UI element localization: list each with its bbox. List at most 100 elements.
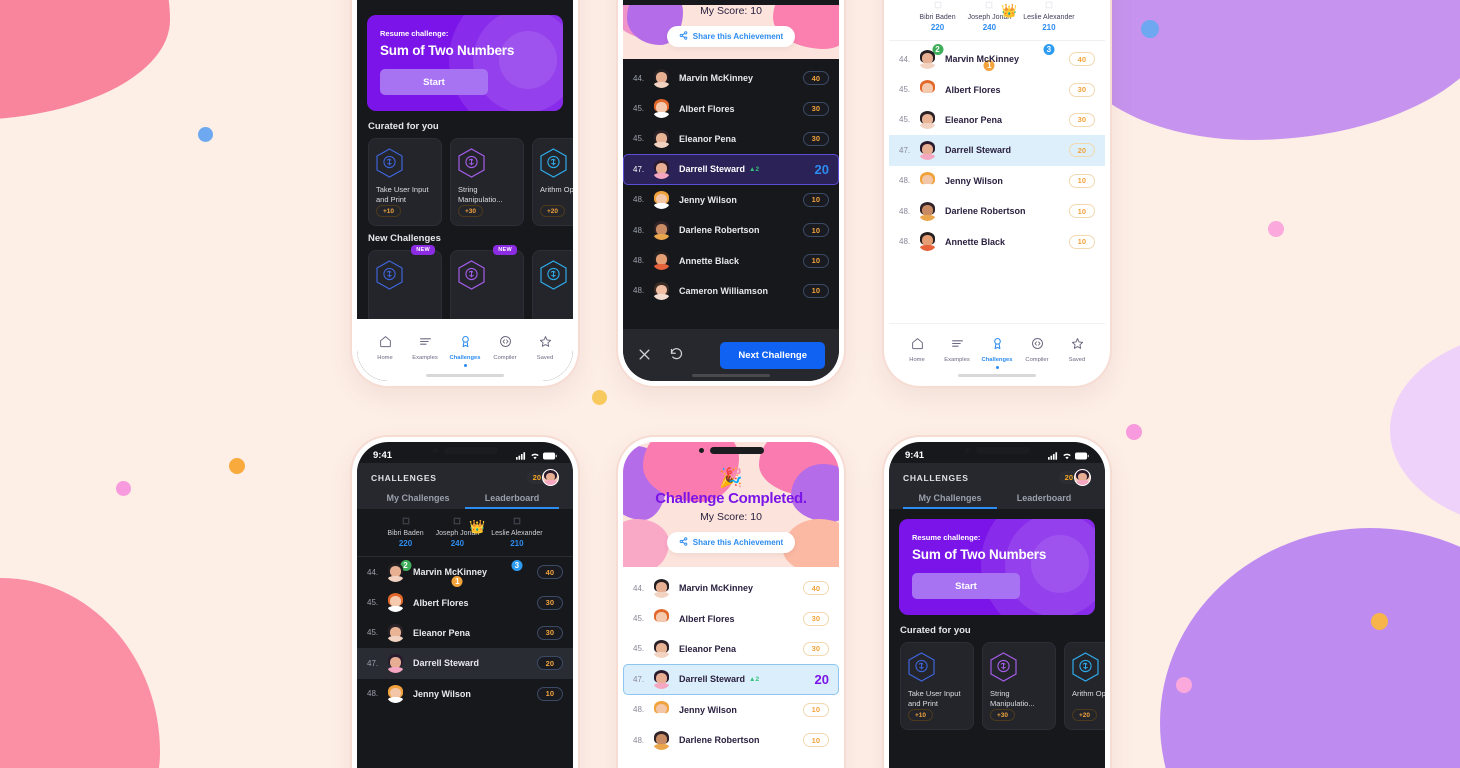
row-score: 10: [802, 223, 829, 238]
table-row[interactable]: 48. Annette Black 10: [623, 245, 839, 275]
leaderboard-list-dark[interactable]: 44. Marvin McKinney 40 45. Albert Flores…: [357, 556, 573, 713]
table-row[interactable]: 45. Albert Flores 30: [623, 93, 839, 123]
curated-card-row[interactable]: Take User Input and Print +10 String Man…: [889, 642, 1105, 730]
close-icon[interactable]: [637, 347, 653, 363]
row-rank: 45.: [367, 598, 379, 608]
table-row[interactable]: 44. Marvin McKinney 40: [623, 573, 839, 603]
podium-place-2[interactable]: 2 Bibri Baden 220: [919, 5, 956, 57]
table-row[interactable]: 47. Darrell Steward ▲2 20: [623, 154, 839, 185]
table-row[interactable]: 48. Darlene Robertson 10: [623, 215, 839, 245]
tab-bar[interactable]: My Challenges Leaderboard: [903, 493, 1091, 509]
table-row[interactable]: 47. Darrell Steward 20: [889, 135, 1105, 166]
avatar[interactable]: [1074, 469, 1091, 486]
challenge-card[interactable]: Take User Input and Print +10: [900, 642, 974, 730]
leaderboard-list-light[interactable]: 44. Marvin McKinney 40 45. Albert Flores…: [623, 567, 839, 759]
podium-place-1[interactable]: 👑 1 Joseph Jonah 240: [436, 519, 485, 589]
table-row[interactable]: 45. Albert Flores 30: [889, 74, 1105, 104]
leaderboard-list-dark[interactable]: 44. Marvin McKinney 40 45. Albert Flores…: [623, 59, 839, 310]
table-row[interactable]: 45. Eleanor Pena 30: [357, 618, 573, 648]
challenge-card[interactable]: NEW Arithm Opera +20: [532, 138, 573, 226]
start-button[interactable]: Start: [380, 69, 488, 95]
table-row[interactable]: 45. Albert Flores 30: [357, 587, 573, 617]
table-row[interactable]: 47. Darrell Steward ▲2 20: [623, 664, 839, 695]
resume-challenge-card[interactable]: Resume challenge: Sum of Two Numbers Sta…: [899, 519, 1095, 615]
row-avatar: [918, 232, 937, 252]
row-avatar: [386, 684, 405, 704]
table-row[interactable]: 44. Marvin McKinney 40: [889, 44, 1105, 74]
nav-label: Home: [909, 357, 925, 363]
nav-item-home[interactable]: Home: [897, 337, 937, 369]
row-name: Annette Black: [679, 255, 740, 266]
table-row[interactable]: 44. Marvin McKinney 40: [357, 557, 573, 587]
nav-item-challenges[interactable]: Challenges: [977, 337, 1017, 369]
next-challenge-button[interactable]: Next Challenge: [720, 341, 825, 369]
table-row[interactable]: 47. Darrell Steward 20: [357, 648, 573, 679]
table-row[interactable]: 45. Eleanor Pena 30: [889, 105, 1105, 135]
points-badge: +20: [1072, 709, 1098, 721]
nav-item-examples[interactable]: Examples: [405, 335, 445, 367]
row-score: 20: [536, 656, 563, 671]
nav-item-compiler[interactable]: Compiler: [485, 335, 525, 367]
row-name: Darrell Steward ▲2: [679, 674, 760, 685]
table-row[interactable]: 48. Jenny Wilson 10: [623, 185, 839, 215]
table-row[interactable]: 45. Albert Flores 30: [623, 603, 839, 633]
table-row[interactable]: 44. Marvin McKinney 40: [623, 63, 839, 93]
tab-leaderboard[interactable]: Leaderboard: [465, 493, 559, 509]
leaderboard-list-light[interactable]: 44. Marvin McKinney 40 45. Albert Flores…: [889, 40, 1105, 261]
nav-item-saved[interactable]: Saved: [525, 335, 565, 367]
challenge-card[interactable]: String Manipulatio... +30: [982, 642, 1056, 730]
nav-item-home[interactable]: Home: [365, 335, 405, 367]
table-row[interactable]: 48. Darlene Robertson 10: [623, 725, 839, 755]
podium-place-3[interactable]: 3 Leslie Alexander 210: [491, 521, 543, 573]
table-row[interactable]: 45. Eleanor Pena 30: [623, 124, 839, 154]
new-badge: NEW: [493, 245, 517, 255]
brain-hex-icon: [540, 148, 567, 178]
table-row[interactable]: 48. Jenny Wilson 10: [623, 695, 839, 725]
podium-dark: 2 Bibri Baden 220 👑 1 Joseph Jonah 240 3…: [357, 509, 573, 589]
avatar[interactable]: [542, 469, 559, 486]
tab-my-challenges[interactable]: My Challenges: [371, 493, 465, 509]
table-row[interactable]: 48. Darlene Robertson 10: [889, 196, 1105, 226]
table-row[interactable]: 48. Jenny Wilson 10: [889, 166, 1105, 196]
row-rank: 44.: [633, 583, 645, 593]
row-avatar: [386, 623, 405, 643]
row-delta: ▲2: [749, 165, 760, 173]
curated-card-row[interactable]: Take User Input and Print +10 String Man…: [357, 138, 573, 226]
podium-place-2[interactable]: 2 Bibri Baden 220: [387, 521, 424, 573]
tab-bar[interactable]: My Challenges Leaderboard: [371, 493, 559, 509]
phone-mockup-grid: Resume challenge: Sum of Two Numbers Sta…: [0, 0, 1460, 768]
challenge-card[interactable]: String Manipulatio... +30: [450, 138, 524, 226]
start-button[interactable]: Start: [912, 573, 1020, 599]
challenge-icon: [990, 652, 1017, 682]
nav-item-challenges[interactable]: Challenges: [445, 335, 485, 367]
row-rank: 47.: [633, 164, 645, 174]
podium-place-1[interactable]: 👑 1 Joseph Jonah 240: [968, 3, 1017, 73]
row-avatar: [918, 50, 937, 69]
share-achievement-button[interactable]: Share this Achievement: [666, 26, 796, 47]
curated-section-title: Curated for you: [368, 121, 439, 132]
row-name: Marvin McKinney: [945, 54, 1020, 65]
retry-icon[interactable]: [669, 347, 685, 363]
row-name: Albert Flores: [679, 103, 735, 114]
nav-item-saved[interactable]: Saved: [1057, 337, 1097, 369]
tab-my-challenges[interactable]: My Challenges: [903, 493, 997, 509]
code-icon: [1031, 337, 1044, 355]
share-achievement-button[interactable]: Share this Achievement: [666, 532, 796, 553]
challenge-card[interactable]: NEW Arithm Opera +20: [1064, 642, 1105, 730]
score-badge[interactable]: 20: [1058, 469, 1091, 486]
table-row[interactable]: 48. Annette Black 10: [889, 226, 1105, 256]
podium-place-3[interactable]: 3 Leslie Alexander 210: [1023, 5, 1075, 57]
row-rank: 44.: [367, 567, 379, 577]
table-row[interactable]: 45. Eleanor Pena 30: [623, 634, 839, 664]
screen-challenge-completed: 🎉 Challenge Completed. My Score: 10 Shar…: [623, 442, 839, 768]
challenge-card[interactable]: Take User Input and Print +10: [368, 138, 442, 226]
resume-challenge-card[interactable]: Resume challenge: Sum of Two Numbers Sta…: [367, 15, 563, 111]
avatar-illustration: [386, 654, 405, 673]
tab-leaderboard[interactable]: Leaderboard: [997, 493, 1091, 509]
row-score: 20: [814, 161, 829, 177]
nav-item-compiler[interactable]: Compiler: [1017, 337, 1057, 369]
table-row[interactable]: 48. Cameron Williamson 10: [623, 276, 839, 306]
table-row[interactable]: 48. Jenny Wilson 10: [357, 679, 573, 709]
score-badge[interactable]: 20: [526, 469, 559, 486]
nav-item-examples[interactable]: Examples: [937, 337, 977, 369]
